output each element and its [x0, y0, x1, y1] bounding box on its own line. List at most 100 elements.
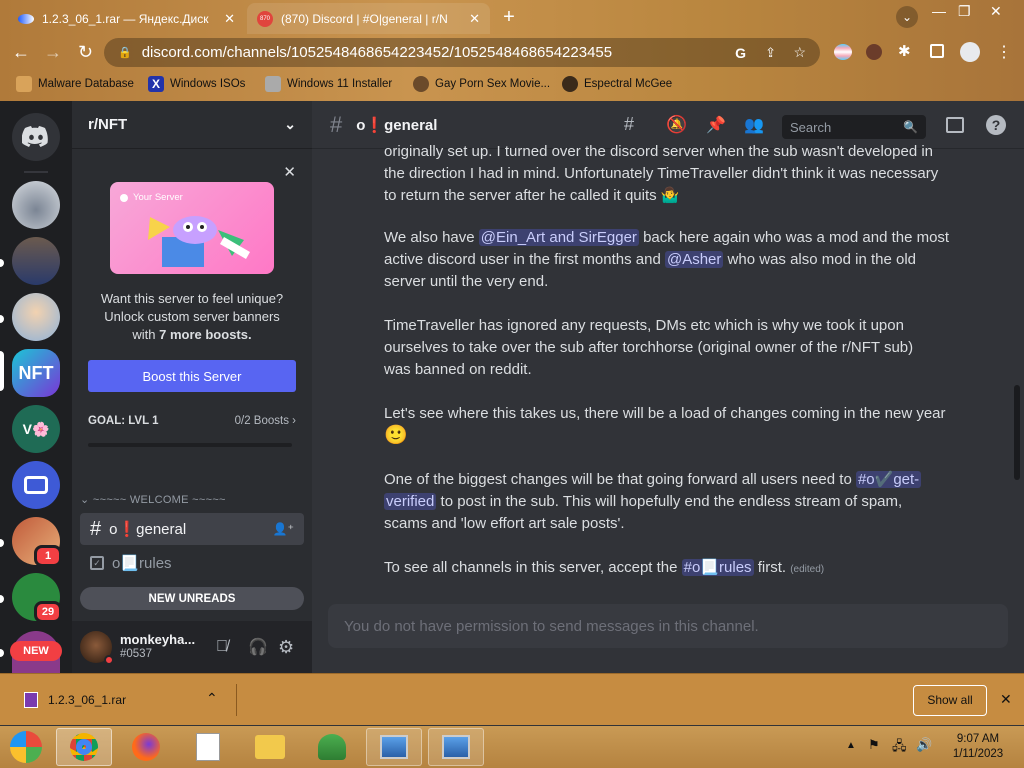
new-unreads-button[interactable]: NEW UNREADS	[80, 587, 304, 610]
new-badge: NEW	[10, 641, 62, 661]
promo-line: with 7 more boosts.	[88, 326, 296, 344]
extension-avatar-icon[interactable]	[866, 44, 882, 60]
text: back here again who was a mod and the mo…	[638, 229, 950, 246]
mic-muted-icon[interactable]: 🎙̸	[216, 638, 228, 656]
forward-icon[interactable]: →	[44, 42, 62, 63]
user-mention[interactable]: @Asher	[664, 251, 724, 268]
boost-server-button[interactable]: Boost this Server	[88, 360, 296, 392]
bookmark-espectral-mcgee[interactable]: Espectral McGee	[562, 72, 672, 96]
server-icon-nft[interactable]: NFT	[12, 349, 60, 397]
close-window-button[interactable]: ✕	[990, 3, 1002, 20]
taskbar-notepad[interactable]	[180, 728, 236, 766]
back-icon[interactable]: ←	[12, 42, 30, 63]
network-icon[interactable]: 🖧	[892, 737, 907, 759]
bookmark-star-icon[interactable]: ☆	[793, 44, 806, 61]
channel-mention[interactable]: #o📃rules	[681, 559, 754, 576]
server-list: NFT V🌸 1 29 NEW	[0, 101, 72, 673]
server-icon-suit[interactable]	[12, 237, 60, 285]
search-input[interactable]: Search 🔍	[782, 115, 926, 139]
taskbar-chrome[interactable]	[56, 728, 112, 766]
message-line: active discord user in the first months …	[384, 249, 984, 271]
channel-mention[interactable]: #o✔️get-	[855, 471, 922, 488]
tab-search-icon[interactable]: ⌄	[896, 6, 918, 28]
side-panel-icon[interactable]	[930, 44, 944, 58]
boost-illustration	[148, 216, 250, 267]
search-icon: 🔍	[903, 120, 918, 134]
server-icon-v[interactable]: V🌸	[12, 405, 60, 453]
new-tab-button[interactable]: +	[498, 7, 520, 29]
goal-count: 0/2 Boosts ›	[235, 415, 296, 427]
reload-icon[interactable]: ↻	[78, 42, 93, 63]
bookmark-movie[interactable]: Gay Porn Sex Movie...	[413, 72, 550, 96]
browser-tab-discord[interactable]: 870 (870) Discord | #O|general | r/N ✕	[247, 3, 490, 34]
taskbar-firefox[interactable]	[118, 728, 174, 766]
extension-icon-flag[interactable]	[834, 44, 852, 60]
tray-expand-icon[interactable]: ▲	[846, 740, 856, 751]
message-input[interactable]: You do not have permission to send messa…	[328, 604, 1008, 648]
volume-icon[interactable]: 🔊	[916, 737, 932, 753]
close-tab-icon[interactable]: ✕	[469, 11, 480, 27]
download-filename[interactable]: 1.2.3_06_1.rar	[48, 693, 126, 707]
tv-icon	[24, 476, 48, 494]
bookmark-windows-11-installer[interactable]: Windows 11 Installer	[265, 72, 392, 96]
unread-pill	[0, 259, 4, 267]
minimize-button[interactable]: —	[932, 3, 946, 19]
close-tab-icon[interactable]: ✕	[224, 11, 235, 27]
server-icon-tv[interactable]	[12, 461, 60, 509]
search-placeholder: Search	[790, 119, 832, 135]
server-icon-anime[interactable]: 1	[12, 517, 62, 567]
chevron-up-icon[interactable]: ⌃	[206, 690, 218, 707]
add-member-icon[interactable]: 👤⁺	[273, 522, 294, 536]
show-all-button[interactable]: Show all	[913, 685, 987, 716]
member-list-icon[interactable]: 👥	[744, 115, 764, 135]
close-download-bar-icon[interactable]: ✕	[1000, 691, 1012, 708]
settings-gear-icon[interactable]: ⚙	[278, 637, 294, 658]
server-icon-elephant[interactable]	[12, 181, 60, 229]
inbox-icon[interactable]	[946, 117, 964, 133]
message-line: TimeTraveller has ignored any requests, …	[384, 317, 904, 334]
start-button[interactable]	[4, 728, 48, 766]
address-bar[interactable]: 🔒 discord.com/channels/10525484686542234…	[104, 38, 820, 67]
headphones-icon[interactable]: 🎧	[248, 637, 268, 657]
clock[interactable]: 9:07 AM 1/11/2023	[948, 732, 1008, 762]
server-icon-cartoon[interactable]	[12, 293, 60, 341]
taskbar-people[interactable]	[304, 728, 360, 766]
chat-scrollbar[interactable]	[1014, 385, 1020, 480]
google-icon[interactable]: G	[735, 45, 746, 61]
user-info[interactable]: monkeyha... #0537	[120, 632, 195, 662]
channel-rules[interactable]: ✓ o📃rules	[80, 547, 304, 579]
discord-home-icon[interactable]	[12, 113, 60, 161]
user-mention[interactable]: @Ein_Art and SirEgger	[478, 229, 639, 246]
category-welcome[interactable]: ⌄ ~~~~~ WELCOME ~~~~~	[80, 493, 226, 506]
help-icon[interactable]: ?	[986, 115, 1006, 135]
taskbar-network-2[interactable]	[428, 728, 484, 766]
tab-strip: 1.2.3_06_1.rar — Яндекс.Диск ✕ 870 (870)…	[0, 0, 1024, 34]
avatar[interactable]	[80, 631, 114, 665]
bookmark-label: Gay Porn Sex Movie...	[435, 78, 551, 90]
boost-goal[interactable]: GOAL: LVL 1 0/2 Boosts ›	[88, 415, 296, 427]
channel-mention[interactable]: verified	[384, 493, 437, 510]
bookmark-windows-isos[interactable]: X Windows ISOs	[148, 72, 245, 96]
taskbar-explorer[interactable]	[242, 728, 298, 766]
browser-tab-yandex[interactable]: 1.2.3_06_1.rar — Яндекс.Диск ✕	[8, 3, 245, 34]
text: One of the biggest changes will be that …	[384, 471, 856, 488]
unread-pill	[0, 539, 4, 547]
share-icon[interactable]: ⇪	[765, 45, 776, 61]
chevron-down-icon: ⌄	[284, 116, 296, 132]
server-header[interactable]: r/NFT ⌄	[72, 101, 312, 149]
menu-kebab-icon[interactable]: ⋮	[996, 42, 1012, 62]
pin-icon[interactable]: 📌	[706, 115, 726, 135]
profile-icon[interactable]	[960, 42, 980, 62]
promo-text-bold: 7 more boosts.	[159, 327, 252, 342]
text: To see all channels in this server, acce…	[384, 559, 682, 576]
bookmark-malware-database[interactable]: Malware Database	[16, 72, 134, 96]
restore-button[interactable]: ❐	[958, 3, 971, 20]
close-icon[interactable]: ✕	[283, 163, 296, 181]
notification-muted-icon[interactable]: 🔕	[666, 115, 687, 135]
extensions-puzzle-icon[interactable]: ✱	[898, 42, 911, 60]
server-icon-green[interactable]: 29	[12, 573, 62, 623]
taskbar-network-1[interactable]	[366, 728, 422, 766]
flag-icon[interactable]: ⚑	[868, 737, 880, 753]
channel-general[interactable]: # o❗general 👤⁺	[80, 513, 304, 545]
threads-icon[interactable]: #	[624, 114, 634, 135]
